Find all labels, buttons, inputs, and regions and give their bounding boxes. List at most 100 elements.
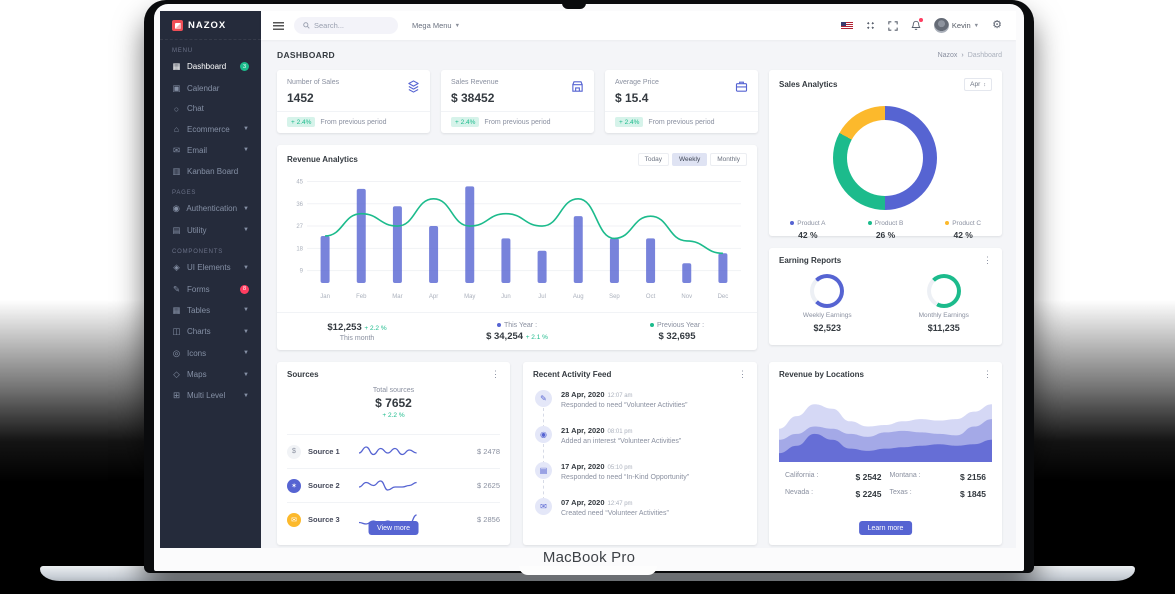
stat-value: 1452 — [287, 91, 420, 105]
activity-description: Responded to need “Volunteer Activities” — [561, 402, 747, 409]
sidebar-item-label: Email — [187, 146, 237, 155]
sidebar-item-email[interactable]: ✉Email▼ — [160, 140, 261, 161]
gauge-label: Monthly Earnings — [919, 312, 969, 319]
stat-title: Average Price — [615, 79, 748, 86]
learn-more-button[interactable]: Learn more — [859, 521, 913, 535]
sidebar-item-tables[interactable]: ▦Tables▼ — [160, 300, 261, 321]
kebab-menu-icon[interactable]: ⋮ — [738, 370, 747, 379]
sidebar: NAZOX MENU▦Dashboard3▣Calendar○Chat⌂Ecom… — [160, 11, 261, 548]
breadcrumb-current: Dashboard — [968, 52, 1002, 59]
view-more-button[interactable]: View more — [368, 521, 419, 535]
sidebar-item-label: UI Elements — [187, 263, 237, 272]
email-icon: ✉ — [172, 145, 181, 156]
source-sparkline — [355, 442, 470, 462]
chevron-down-icon: ▼ — [455, 23, 460, 29]
dashboard-screen: NAZOX MENU▦Dashboard3▣Calendar○Chat⌂Ecom… — [160, 11, 1016, 548]
sidebar-item-kanban-board[interactable]: ▥Kanban Board — [160, 161, 261, 182]
topbar-actions: Kevin ▼ ⚙ — [841, 18, 1016, 33]
legend-percent: 26 % — [847, 230, 925, 240]
locations-area-chart — [779, 388, 992, 466]
toggle-monthly[interactable]: Monthly — [710, 153, 747, 166]
sidebar-item-label: Calendar — [187, 84, 249, 93]
page-title: DASHBOARD — [277, 50, 335, 60]
toggle-today[interactable]: Today — [638, 153, 669, 166]
legend-label: Product B — [847, 220, 925, 227]
user-icon: ◉ — [535, 426, 552, 443]
total-sources-label: Total sources — [277, 387, 510, 394]
app-logo[interactable]: NAZOX — [160, 11, 261, 40]
calendar-icon: ▣ — [172, 83, 181, 94]
svg-text:Mar: Mar — [392, 294, 402, 300]
gauge-value: $11,235 — [928, 323, 960, 333]
sidebar-item-dashboard[interactable]: ▦Dashboard3 — [160, 56, 261, 77]
stat-card-top: Number of Sales1452 — [277, 70, 430, 111]
sidebar-item-ecommerce[interactable]: ⌂Ecommerce▼ — [160, 119, 261, 139]
sidebar-item-icons[interactable]: ◎Icons▼ — [160, 343, 261, 364]
ui-elements-icon: ◈ — [172, 262, 181, 273]
select-arrows-icon: ↕ — [983, 82, 986, 88]
sources-summary: Total sources $ 7652 + 2.2 % — [277, 381, 510, 419]
kebab-menu-icon[interactable]: ⋮ — [983, 256, 992, 265]
mega-menu-label: Mega Menu — [412, 21, 452, 30]
breadcrumb-root[interactable]: Nazox — [938, 52, 958, 59]
sidebar-item-charts[interactable]: ◫Charts▼ — [160, 321, 261, 342]
svg-text:Oct: Oct — [646, 294, 656, 300]
sidebar-item-calendar[interactable]: ▣ Calendar — [160, 77, 261, 98]
sidebar-item-label: Dashboard — [187, 62, 234, 71]
donut-legend-product-a: Product A42 % — [769, 220, 847, 240]
fullscreen-icon[interactable] — [888, 21, 898, 31]
chevron-down-icon: ▼ — [974, 23, 979, 29]
language-flag-icon[interactable] — [841, 22, 853, 30]
location-value: $ 2156 — [960, 472, 986, 482]
stat-card-footer: + 2.4%From previous period — [277, 111, 430, 132]
search-input[interactable]: Search... — [294, 17, 398, 34]
breadcrumb: Nazox › Dashboard — [938, 50, 1002, 60]
apps-grid-icon[interactable] — [866, 21, 875, 30]
sidebar-item-label: Forms — [187, 285, 234, 294]
stat-card-number-of-sales: Number of Sales1452+ 2.4%From previous p… — [277, 70, 430, 133]
chevron-down-icon: ▼ — [243, 393, 249, 399]
legend-dot — [790, 221, 794, 225]
month-select[interactable]: Apr ↕ — [964, 78, 992, 91]
legend-label: Product A — [769, 220, 847, 227]
sidebar-item-ui-elements[interactable]: ◈UI Elements▼ — [160, 257, 261, 278]
month-delta: + 2.2 % — [364, 325, 386, 332]
sidebar-item-forms[interactable]: ✎Forms8 — [160, 278, 261, 299]
svg-text:Jan: Jan — [320, 294, 330, 300]
page-header: DASHBOARD Nazox › Dashboard — [277, 50, 1002, 60]
sidebar-badge: 3 — [240, 62, 249, 71]
mail-icon: ✉ — [535, 498, 552, 515]
macbook-camera — [562, 0, 586, 9]
notifications-button[interactable] — [911, 20, 921, 31]
kebab-menu-icon[interactable]: ⋮ — [983, 370, 992, 379]
layers-icon — [407, 80, 420, 95]
activity-description: Created need “Volunteer Activities” — [561, 510, 747, 517]
svg-text:18: 18 — [296, 246, 303, 252]
kebab-menu-icon[interactable]: ⋮ — [491, 370, 500, 379]
sidebar-item-utility[interactable]: ▤Utility▼ — [160, 220, 261, 241]
source-amount: $ 2478 — [477, 447, 500, 456]
user-menu[interactable]: Kevin ▼ — [934, 18, 979, 33]
source-row-1[interactable]: $Source 1$ 2478 — [287, 434, 500, 468]
sidebar-item-maps[interactable]: ◇Maps▼ — [160, 364, 261, 385]
mega-menu-button[interactable]: Mega Menu ▼ — [412, 21, 460, 30]
toggle-weekly[interactable]: Weekly — [672, 153, 707, 166]
this-year-dot — [497, 323, 501, 327]
svg-text:Dec: Dec — [718, 294, 729, 300]
stat-title: Sales Revenue — [451, 79, 584, 86]
legend-label: Product C — [924, 220, 1002, 227]
source-row-2[interactable]: ✶Source 2$ 2625 — [287, 468, 500, 502]
menu-toggle-icon[interactable] — [273, 22, 284, 30]
svg-text:27: 27 — [296, 224, 303, 230]
source-amount: $ 2625 — [477, 481, 500, 490]
svg-text:36: 36 — [296, 202, 303, 208]
sidebar-item-authentication[interactable]: ◉Authentication▼ — [160, 198, 261, 219]
donut-legend-product-b: Product B 26 % — [847, 220, 925, 240]
activity-time: 12:07 am — [608, 393, 633, 399]
settings-gear-icon[interactable]: ⚙ — [992, 20, 1002, 31]
stat-card-top: Sales Revenue$ 38452 — [441, 70, 594, 111]
chart-icon: ▤ — [535, 462, 552, 479]
sidebar-badge: 8 — [240, 285, 249, 294]
sidebar-item-multi-level[interactable]: ⊞Multi Level▼ — [160, 385, 261, 406]
sidebar-item-chat[interactable]: ○Chat — [160, 99, 261, 119]
